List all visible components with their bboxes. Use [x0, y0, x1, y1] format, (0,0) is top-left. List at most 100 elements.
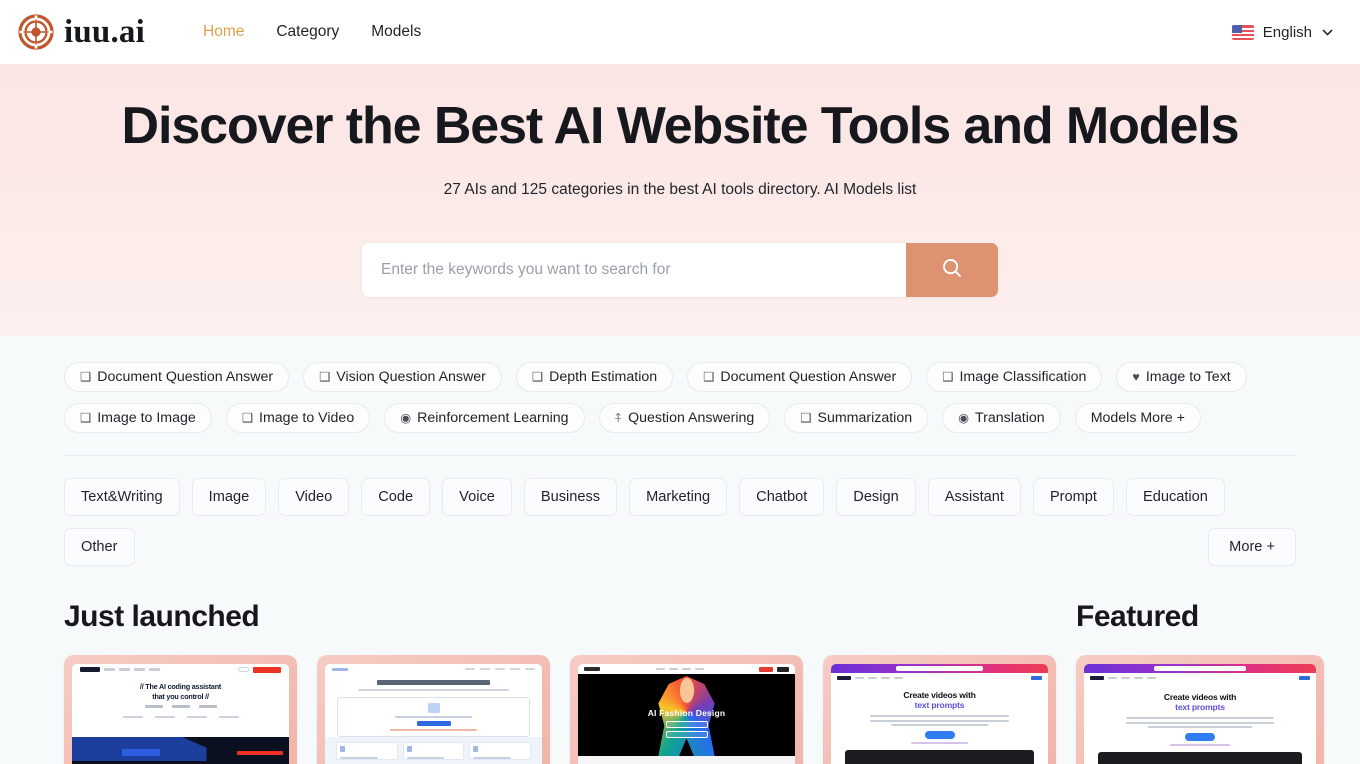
- shot-topbar: [72, 664, 289, 675]
- featured-section: Featured Create videos with text prompts: [1076, 600, 1324, 764]
- shot-headline: // The AI coding assistant that you cont…: [72, 682, 289, 701]
- card-thumbnail: Create videos with text prompts: [1076, 655, 1324, 764]
- shot-pill: [238, 667, 249, 672]
- models-more-button[interactable]: Models More +: [1074, 403, 1201, 433]
- category-education[interactable]: Education: [1125, 478, 1225, 516]
- card-ai-coding-assistant[interactable]: // The AI coding assistant that you cont…: [64, 655, 297, 764]
- nav-item-models[interactable]: Models: [355, 15, 437, 49]
- shot-headline-line2: that you control //: [152, 691, 209, 701]
- model-tag-document-question-answer-2[interactable]: ❑ Document Question Answer: [687, 362, 913, 392]
- shot-topbar: [325, 664, 542, 674]
- card-featured-create-videos-with-text-prompts[interactable]: Create videos with text prompts: [1076, 655, 1324, 764]
- card-picture-to-text-converter[interactable]: [317, 655, 550, 764]
- shot-logo: [80, 667, 100, 672]
- shot-upload-icon: [427, 702, 440, 713]
- shot-feature-grid: [325, 737, 542, 764]
- tag-label: Question Answering: [628, 410, 755, 426]
- just-launched-cards: // The AI coding assistant that you cont…: [64, 655, 1056, 764]
- model-tag-image-to-video[interactable]: ❑ Image to Video: [225, 403, 371, 433]
- tag-glyph-icon: ❑: [531, 369, 544, 384]
- card-ai-fashion-design[interactable]: AI Fashion Design Bring your fashion ide…: [570, 655, 803, 764]
- model-tag-image-to-image[interactable]: ❑ Image to Image: [64, 403, 212, 433]
- card-thumbnail: // The AI coding assistant that you cont…: [64, 655, 297, 764]
- category-chatbot[interactable]: Chatbot: [739, 478, 825, 516]
- shot-caption: [1169, 744, 1231, 746]
- target-logo-icon: [18, 14, 54, 50]
- language-selector[interactable]: English: [1231, 24, 1334, 41]
- category-code[interactable]: Code: [361, 478, 431, 516]
- nav-item-category[interactable]: Category: [260, 15, 355, 49]
- shot-menu-item: [119, 668, 130, 671]
- target-icon: ◉: [400, 410, 412, 425]
- tag-glyph-icon: ❑: [703, 369, 715, 384]
- hero-subtitle: 27 AIs and 125 categories in the best AI…: [443, 180, 917, 198]
- tag-label: Image to Text: [1145, 369, 1231, 385]
- model-tag-vision-question-answer[interactable]: ❑ Vision Question Answer: [303, 362, 502, 392]
- just-launched-section: Just launched // The AI coding assistant…: [64, 600, 1056, 764]
- tag-label: Summarization: [817, 410, 913, 426]
- shot-features: [72, 705, 289, 708]
- model-tag-image-to-text[interactable]: ♥ Image to Text: [1116, 362, 1247, 392]
- chevron-down-icon: [1321, 26, 1334, 39]
- tag-label: Document Question Answer: [97, 369, 274, 385]
- search-icon: [940, 256, 964, 283]
- category-text-writing[interactable]: Text&Writing: [64, 478, 180, 516]
- card-thumbnail: Create videos with text prompts: [823, 655, 1056, 764]
- shot-browser-bar: [1084, 664, 1316, 673]
- search-input[interactable]: [362, 242, 906, 297]
- shot-menu-item: [149, 668, 160, 671]
- shot-video-window: [845, 750, 1034, 764]
- category-marketing[interactable]: Marketing: [629, 478, 728, 516]
- model-tag-image-classification[interactable]: ❑ Image Classification: [926, 362, 1103, 392]
- category-design[interactable]: Design: [836, 478, 916, 516]
- logo-text: iuu.ai: [64, 13, 145, 50]
- card-thumbnail: [317, 655, 550, 764]
- tag-glyph-icon: ❑: [241, 410, 254, 425]
- category-business[interactable]: Business: [523, 478, 618, 516]
- search-button[interactable]: [906, 242, 998, 297]
- shot-upload-button: [416, 721, 451, 727]
- model-tag-depth-estimation[interactable]: ❑ Depth Estimation: [515, 362, 674, 392]
- card-create-videos-with-text-prompts[interactable]: Create videos with text prompts: [823, 655, 1056, 764]
- shot-upload-box: [337, 697, 530, 737]
- model-tag-document-question-answer[interactable]: ❑ Document Question Answer: [64, 362, 290, 392]
- category-video[interactable]: Video: [278, 478, 350, 516]
- model-tag-translation[interactable]: ◉ Translation: [942, 403, 1061, 433]
- shot-paragraph: [870, 715, 1009, 726]
- shot-headline: Create videos with: [903, 690, 976, 700]
- category-prompt[interactable]: Prompt: [1032, 478, 1114, 516]
- site-header: iuu.ai Home Category Models English: [0, 0, 1360, 64]
- category-assistant[interactable]: Assistant: [927, 478, 1021, 516]
- tag-glyph-icon: ❑: [80, 410, 92, 425]
- tag-glyph-icon: ❑: [800, 410, 812, 425]
- card-screenshot: AI Fashion Design Bring your fashion ide…: [578, 664, 795, 764]
- tag-label: Models More +: [1090, 410, 1185, 426]
- target-icon: ◉: [958, 410, 970, 425]
- shot-headline: AI Fashion Design: [647, 708, 726, 719]
- page-title: Discover the Best AI Website Tools and M…: [121, 97, 1240, 155]
- tag-glyph-icon: ❑: [942, 369, 954, 384]
- model-tag-summarization[interactable]: ❑ Summarization: [784, 403, 929, 433]
- categories-more-button[interactable]: More +: [1208, 528, 1296, 566]
- category-voice[interactable]: Voice: [442, 478, 512, 516]
- category-other[interactable]: Other: [64, 528, 135, 566]
- card-screenshot: // The AI coding assistant that you cont…: [72, 664, 289, 764]
- shot-subtext: [357, 688, 510, 691]
- tag-label: Image to Image: [97, 410, 196, 426]
- model-tag-question-answering[interactable]: ⍏ Question Answering: [598, 403, 771, 433]
- shot-cta-button: [924, 731, 955, 739]
- category-row: Text&Writing Image Video Code Voice Busi…: [64, 456, 1296, 566]
- featured-cards: Create videos with text prompts: [1076, 655, 1324, 764]
- nav-item-home[interactable]: Home: [187, 15, 260, 49]
- category-image[interactable]: Image: [191, 478, 267, 516]
- tag-label: Vision Question Answer: [336, 369, 486, 385]
- shot-topbar: [578, 664, 795, 674]
- model-tag-reinforcement-learning[interactable]: ◉ Reinforcement Learning: [384, 403, 585, 433]
- tag-glyph-icon: ❑: [319, 369, 331, 384]
- page-content: ❑ Document Question Answer ❑ Vision Ques…: [0, 336, 1360, 764]
- shot-navbar: [831, 673, 1048, 682]
- heart-icon: ♥: [1132, 369, 1140, 384]
- logo[interactable]: iuu.ai: [18, 14, 145, 50]
- shot-button: [121, 749, 160, 756]
- model-tag-row-1: ❑ Document Question Answer ❑ Vision Ques…: [64, 336, 1296, 392]
